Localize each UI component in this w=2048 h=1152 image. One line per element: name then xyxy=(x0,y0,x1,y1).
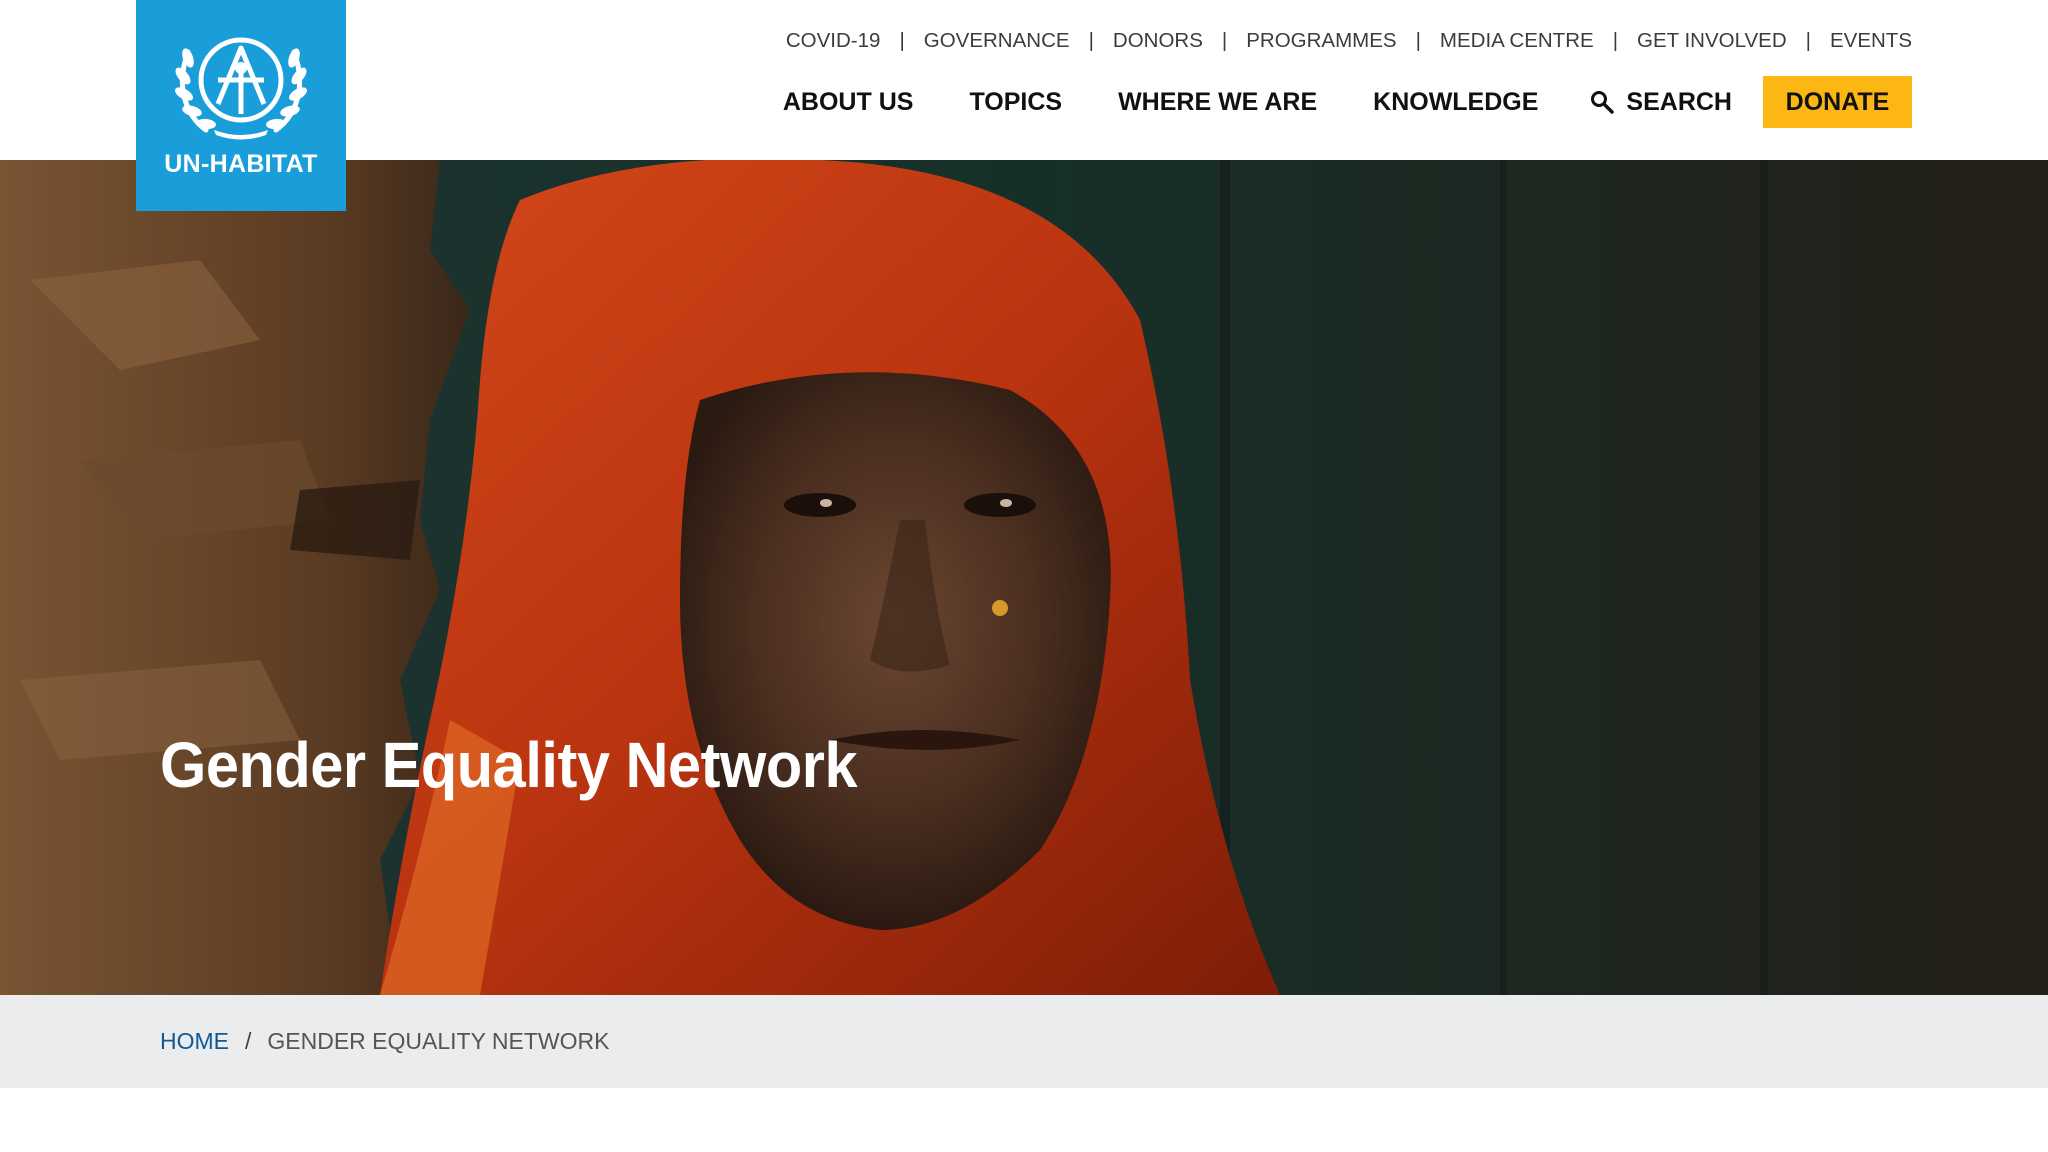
nav-where-we-are[interactable]: WHERE WE ARE xyxy=(1118,88,1317,117)
un-habitat-logo[interactable]: UN-HABITAT xyxy=(136,0,346,211)
un-emblem-icon xyxy=(174,37,308,140)
utility-separator: | xyxy=(1221,29,1228,52)
nav-topics[interactable]: TOPICS xyxy=(969,88,1062,117)
search-button[interactable]: SEARCH xyxy=(1590,88,1732,117)
hero-banner: Gender Equality Network xyxy=(0,160,2048,995)
page-title: Gender Equality Network xyxy=(160,729,858,801)
nav-knowledge[interactable]: KNOWLEDGE xyxy=(1373,88,1538,117)
breadcrumb-current: GENDER EQUALITY NETWORK xyxy=(267,1028,610,1054)
utility-link-events[interactable]: EVENTS xyxy=(1830,29,1912,53)
breadcrumb-separator: / xyxy=(245,1028,252,1054)
utility-link-get-involved[interactable]: GET INVOLVED xyxy=(1637,29,1787,53)
donate-button[interactable]: DONATE xyxy=(1763,76,1912,128)
site-header: UN-HABITAT COVID-19 | GOVERNANCE | DONOR… xyxy=(0,0,2048,211)
utility-separator: | xyxy=(899,29,905,52)
utility-separator: | xyxy=(1088,29,1094,52)
breadcrumb: HOME / GENDER EQUALITY NETWORK xyxy=(160,995,609,1088)
utility-link-media-centre[interactable]: MEDIA CENTRE xyxy=(1440,29,1594,53)
utility-separator: | xyxy=(1415,29,1421,52)
main-nav: ABOUT US TOPICS WHERE WE ARE KNOWLEDGE S… xyxy=(783,76,1912,128)
nav-about-us[interactable]: ABOUT US xyxy=(783,88,914,117)
utility-link-donors[interactable]: DONORS xyxy=(1113,29,1203,53)
utility-nav: COVID-19 | GOVERNANCE | DONORS | PROGRAM… xyxy=(786,26,1912,56)
breadcrumb-home-link[interactable]: HOME xyxy=(160,1028,229,1055)
utility-link-programmes[interactable]: PROGRAMMES xyxy=(1246,29,1396,53)
search-icon xyxy=(1591,91,1615,114)
search-label: SEARCH xyxy=(1626,87,1732,116)
logo-text: UN-HABITAT xyxy=(164,150,318,178)
breadcrumb-bar: HOME / GENDER EQUALITY NETWORK xyxy=(0,995,2048,1088)
utility-link-governance[interactable]: GOVERNANCE xyxy=(924,29,1070,53)
hero-photo xyxy=(0,160,2048,995)
utility-separator: | xyxy=(1612,29,1619,52)
utility-separator: | xyxy=(1805,29,1811,52)
utility-link-covid[interactable]: COVID-19 xyxy=(786,29,881,53)
